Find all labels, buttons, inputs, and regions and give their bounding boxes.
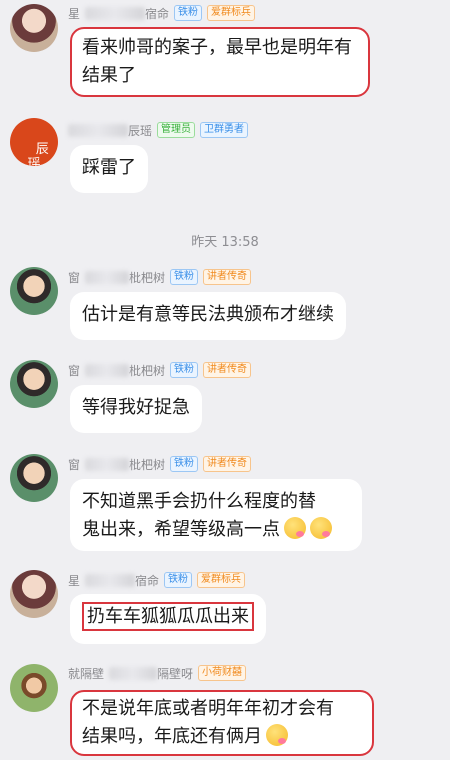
blurred-name: [68, 123, 128, 137]
sender-name-suffix: 宿命: [135, 573, 160, 588]
sender-name-suffix: 辰瑶: [128, 123, 153, 138]
message-bubble[interactable]: 不知道黑手会扔什么程度的替 鬼出来，希望等级高一点: [70, 479, 362, 551]
message-text-line2: 结果吗，年底还有俩月: [82, 723, 362, 751]
message-text: 等得我好捉急: [82, 397, 190, 418]
sender-name-prefix: 窗: [68, 457, 81, 472]
message-bubble[interactable]: 看来帅哥的案子，最早也是明年有结果了: [70, 27, 370, 97]
blurred-name: [85, 6, 146, 20]
message-text: 估计是有意等民法典颁布才继续: [82, 304, 334, 325]
badge-guard: 卫群勇者: [200, 122, 249, 138]
sender-meta: 辰瑶 管理员 卫群勇者: [68, 121, 249, 139]
badge-flag-soldier: 爱群标兵: [197, 572, 246, 588]
sender-name-prefix: 星: [68, 573, 81, 588]
message-bubble[interactable]: 踩雷了: [70, 145, 148, 193]
badge-iron-fan: 铁粉: [170, 362, 199, 378]
message-text-line1: 不是说年底或者明年年初才会有: [82, 698, 334, 719]
message-text: 扔车车狐狐瓜瓜出来: [82, 602, 254, 631]
badge-lecturer: 讲者传奇: [203, 269, 252, 285]
avatar[interactable]: [10, 4, 58, 52]
badge-iron-fan: 铁粉: [174, 5, 203, 21]
sender-meta: 窗 枇杷树 铁粉 讲者传奇: [68, 455, 252, 473]
sender-name-prefix: 窗: [68, 270, 81, 285]
badge-iron-fan: 铁粉: [170, 456, 199, 472]
sender-name-suffix: 宿命: [145, 6, 170, 21]
sender-name-suffix: 枇杷树: [129, 457, 166, 472]
message-text: 踩雷了: [82, 157, 136, 178]
avatar[interactable]: [10, 664, 58, 712]
sender-name-suffix: 隔壁呀: [157, 666, 194, 681]
message-bubble[interactable]: 不是说年底或者明年年初才会有 结果吗，年底还有俩月: [70, 690, 374, 756]
sender-name-prefix: 窗: [68, 363, 81, 378]
badge-lecturer: 讲者传奇: [203, 456, 252, 472]
blurred-name: [85, 270, 130, 284]
avatar[interactable]: [10, 360, 58, 408]
blurred-name: [85, 457, 130, 471]
sweat-smile-emoji-icon: [266, 724, 288, 746]
drool-emoji-icon: [284, 517, 306, 539]
avatar[interactable]: [10, 267, 58, 315]
avatar[interactable]: 辰 瑶: [10, 118, 58, 166]
timestamp-divider: 昨天 13:58: [191, 235, 259, 250]
blurred-name: [85, 363, 130, 377]
sender-name-suffix: 枇杷树: [129, 363, 166, 378]
badge-lecturer: 讲者传奇: [203, 362, 252, 378]
sender-meta: 就隔壁 隔壁呀 小荷财囍: [68, 664, 247, 682]
sender-meta: 星 宿命 铁粉 爱群标兵: [68, 571, 246, 589]
badge-flag-soldier: 爱群标兵: [207, 5, 256, 21]
sender-name-suffix: 枇杷树: [129, 270, 166, 285]
blurred-name: [85, 573, 136, 587]
badge-iron-fan: 铁粉: [170, 269, 199, 285]
avatar[interactable]: [10, 454, 58, 502]
sender-meta: 窗 枇杷树 铁粉 讲者传奇: [68, 268, 252, 286]
sender-name-prefix: 就隔壁: [68, 666, 105, 681]
avatar[interactable]: [10, 570, 58, 618]
message-bubble[interactable]: 等得我好捉急: [70, 385, 202, 433]
message-text-line2: 鬼出来，希望等级高一点: [82, 516, 350, 544]
message-bubble[interactable]: 扔车车狐狐瓜瓜出来: [70, 594, 266, 644]
drool-emoji-icon: [310, 517, 332, 539]
avatar-text: 辰 瑶: [27, 142, 49, 166]
sender-meta: 星 宿命 铁粉 爱群标兵: [68, 4, 256, 22]
badge-admin: 管理员: [157, 122, 196, 138]
message-text-line1: 不知道黑手会扔什么程度的替: [82, 491, 316, 512]
message-text: 看来帅哥的案子，最早也是明年有结果了: [82, 37, 352, 86]
blurred-name: [109, 666, 158, 680]
badge-lotus: 小荷财囍: [198, 665, 247, 681]
sender-meta: 窗 枇杷树 铁粉 讲者传奇: [68, 361, 252, 379]
sender-name-prefix: 星: [68, 6, 81, 21]
message-bubble[interactable]: 估计是有意等民法典颁布才继续: [70, 292, 346, 340]
badge-iron-fan: 铁粉: [164, 572, 193, 588]
